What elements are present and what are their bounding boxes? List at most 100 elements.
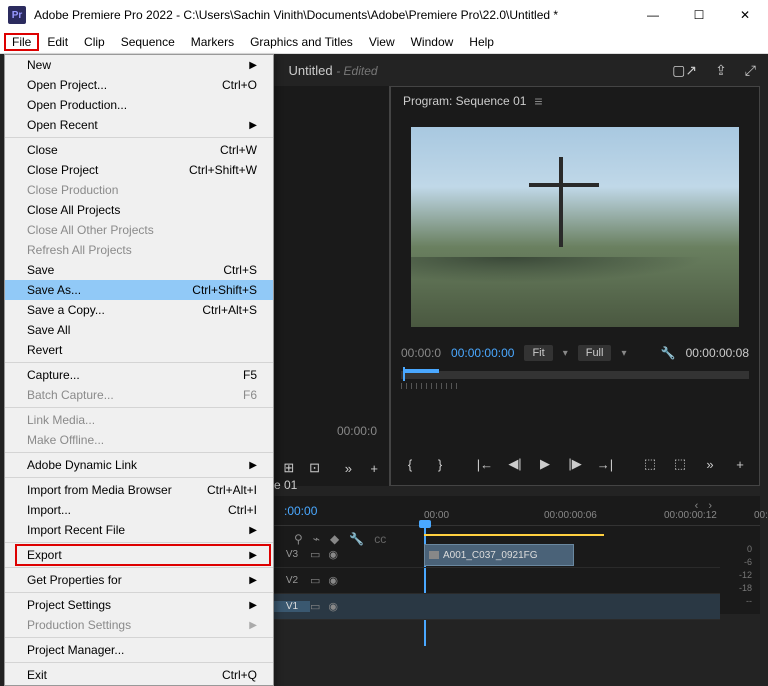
menu-item-close-all-projects[interactable]: Close All Projects xyxy=(5,200,273,220)
timeline-ruler[interactable]: 00:00 00:00:00:06 00:00:00:12 00:00: xyxy=(424,510,720,526)
submenu-arrow-icon: ▶ xyxy=(249,460,257,471)
menu-item-label: Import from Media Browser xyxy=(27,483,172,497)
toggle-output-icon[interactable]: ▭ xyxy=(310,548,320,561)
overwrite-icon[interactable]: ⊡ xyxy=(306,460,324,476)
submenu-arrow-icon: ▶ xyxy=(249,120,257,131)
step-fwd-icon[interactable]: |▶ xyxy=(564,456,586,472)
insert-icon[interactable]: ⊞ xyxy=(280,460,298,476)
menu-item-label: Exit xyxy=(27,668,47,682)
workspace-status: - Edited xyxy=(336,64,377,78)
menu-item-revert[interactable]: Revert xyxy=(5,340,273,360)
go-in-icon[interactable]: |← xyxy=(474,457,496,472)
mark-in-icon[interactable]: { xyxy=(399,457,421,472)
share-icon[interactable]: ⇪ xyxy=(715,62,727,79)
clip-thumb-icon xyxy=(429,551,439,559)
minimize-button[interactable]: — xyxy=(630,0,676,30)
close-button[interactable]: ✕ xyxy=(722,0,768,30)
menu-item-import-from-media-browser[interactable]: Import from Media BrowserCtrl+Alt+I xyxy=(5,480,273,500)
add-button-icon[interactable]: + xyxy=(729,457,751,472)
menu-shortcut: F6 xyxy=(243,388,257,402)
track-label[interactable]: V3 xyxy=(274,549,310,560)
menu-shortcut: Ctrl+O xyxy=(222,78,257,92)
menu-item-open-project[interactable]: Open Project...Ctrl+O xyxy=(5,75,273,95)
menu-item-open-production[interactable]: Open Production... xyxy=(5,95,273,115)
menu-item-close-production: Close Production xyxy=(5,180,273,200)
eye-icon[interactable]: ◉ xyxy=(328,548,338,561)
menu-item-open-recent[interactable]: Open Recent▶ xyxy=(5,115,273,135)
go-out-icon[interactable]: →| xyxy=(594,457,616,472)
menu-item-adobe-dynamic-link[interactable]: Adobe Dynamic Link ▶ xyxy=(5,455,273,475)
chevron-down-icon[interactable]: ▾ xyxy=(563,348,568,359)
menu-item-exit[interactable]: ExitCtrl+Q xyxy=(5,665,273,685)
video-clip[interactable]: A001_C037_0921FG xyxy=(424,544,574,566)
lift-icon[interactable]: ⬚ xyxy=(639,456,661,472)
menu-edit[interactable]: Edit xyxy=(39,33,76,51)
maximize-button[interactable]: ☐ xyxy=(676,0,722,30)
menu-clip[interactable]: Clip xyxy=(76,33,113,51)
zoom-fit[interactable]: Fit xyxy=(524,345,552,361)
resolution-full[interactable]: Full xyxy=(578,345,612,361)
tc-current[interactable]: 00:00:00:00 xyxy=(451,346,514,360)
menu-item-capture[interactable]: Capture...F5 xyxy=(5,365,273,385)
menu-item-close[interactable]: CloseCtrl+W xyxy=(5,140,273,160)
preview-content xyxy=(411,257,739,287)
video-preview[interactable] xyxy=(411,127,739,327)
menu-shortcut: Ctrl+Shift+W xyxy=(189,163,257,177)
chevron-down-icon[interactable]: ▾ xyxy=(621,348,626,359)
quick-export-icon[interactable]: ▢↗ xyxy=(672,62,697,79)
track-v1[interactable]: V1 ▭ ◉ A001_C037_0921FG xyxy=(274,594,720,620)
menu-help[interactable]: Help xyxy=(461,33,502,51)
menu-item-import[interactable]: Import...Ctrl+I xyxy=(5,500,273,520)
extract-icon[interactable]: ⬚ xyxy=(669,456,691,472)
more-icon[interactable]: » xyxy=(340,461,358,476)
panel-menu-icon[interactable]: ≡ xyxy=(534,93,542,109)
next-icon[interactable]: › xyxy=(708,500,712,512)
eye-icon[interactable]: ◉ xyxy=(328,574,338,587)
menu-item-label: New xyxy=(27,58,51,72)
toggle-output-icon[interactable]: ▭ xyxy=(310,600,320,613)
menu-item-label: Adobe Dynamic Link xyxy=(27,458,137,472)
menu-item-save-as[interactable]: Save As...Ctrl+Shift+S xyxy=(5,280,273,300)
menu-window[interactable]: Window xyxy=(403,33,462,51)
menu-item-save-all[interactable]: Save All xyxy=(5,320,273,340)
scrubber[interactable] xyxy=(401,371,749,379)
track-label[interactable]: V1 xyxy=(274,601,310,612)
toggle-output-icon[interactable]: ▭ xyxy=(310,574,320,587)
menu-item-project-manager[interactable]: Project Manager... xyxy=(5,640,273,660)
track-toggles: ▭ ◉ xyxy=(310,600,400,613)
work-area-bar[interactable] xyxy=(424,534,604,536)
menu-separator xyxy=(5,477,273,478)
prev-icon[interactable]: ‹ xyxy=(695,500,699,512)
eye-icon[interactable]: ◉ xyxy=(328,600,338,613)
fullscreen-icon[interactable]: ⤢ xyxy=(745,62,756,79)
step-back-icon[interactable]: ◀| xyxy=(504,456,526,472)
menu-item-label: Save a Copy... xyxy=(27,303,105,317)
menu-sequence[interactable]: Sequence xyxy=(113,33,183,51)
submenu-arrow-icon: ▶ xyxy=(249,575,257,586)
menu-graphics[interactable]: Graphics and Titles xyxy=(242,33,361,51)
menu-file[interactable]: File xyxy=(4,33,39,51)
export-frame-icon[interactable]: » xyxy=(699,457,721,472)
add-icon[interactable]: + xyxy=(365,461,383,476)
menu-shortcut: Ctrl+Alt+S xyxy=(202,303,257,317)
ruler-tick: 00:00:00:06 xyxy=(544,510,597,521)
menu-item-import-recent-file[interactable]: Import Recent File▶ xyxy=(5,520,273,540)
settings-wrench-icon[interactable]: 🔧 xyxy=(661,346,676,360)
menu-item-export[interactable]: Export▶ xyxy=(5,545,273,565)
menu-markers[interactable]: Markers xyxy=(183,33,242,51)
menu-item-save-a-copy[interactable]: Save a Copy... Ctrl+Alt+S xyxy=(5,300,273,320)
menu-item-label: Open Production... xyxy=(27,98,127,112)
timeline-tab[interactable]: e 01 xyxy=(274,478,297,492)
menu-item-new[interactable]: New▶ xyxy=(5,55,273,75)
track-v2[interactable]: V2 ▭ ◉ xyxy=(274,568,720,594)
menu-view[interactable]: View xyxy=(361,33,403,51)
menu-item-close-project[interactable]: Close ProjectCtrl+Shift+W xyxy=(5,160,273,180)
track-label[interactable]: V2 xyxy=(274,575,310,586)
menu-item-get-properties-for[interactable]: Get Properties for▶ xyxy=(5,570,273,590)
menu-item-save[interactable]: SaveCtrl+S xyxy=(5,260,273,280)
app-icon: Pr xyxy=(8,6,26,24)
timeline-timecode[interactable]: :00:00 xyxy=(284,504,317,518)
mark-out-icon[interactable]: } xyxy=(429,457,451,472)
menu-item-project-settings[interactable]: Project Settings▶ xyxy=(5,595,273,615)
play-icon[interactable]: ▶ xyxy=(534,456,556,472)
